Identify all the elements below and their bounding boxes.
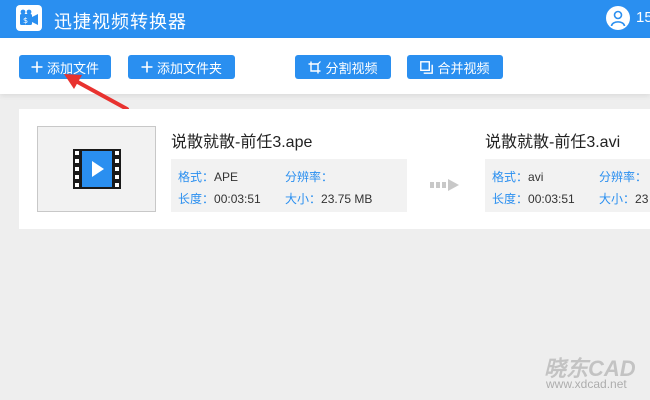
app-title: 迅捷视频转换器 — [54, 12, 187, 32]
split-video-button[interactable]: 分割视频 — [295, 55, 391, 79]
duration-key: 长度： — [178, 192, 215, 206]
target-file-name: 说散就散-前任3.avi — [485, 134, 621, 151]
target-format: 格式：avi — [492, 168, 543, 185]
duration-key: 长度： — [492, 192, 529, 206]
add-folder-label: 添加文件夹 — [156, 60, 222, 76]
merge-video-button[interactable]: 合并视频 — [407, 55, 503, 79]
size-key: 大小： — [285, 192, 322, 206]
title-bar: $ 迅捷视频转换器 15 — [0, 0, 650, 38]
source-duration: 长度：00:03:51 — [178, 190, 261, 207]
merge-video-label: 合并视频 — [437, 60, 490, 76]
svg-text:$: $ — [23, 16, 28, 25]
resolution-key: 分辨率： — [599, 170, 648, 184]
add-folder-button[interactable]: 添加文件夹 — [128, 55, 235, 79]
plus-icon — [31, 61, 43, 73]
video-file-icon — [73, 149, 121, 189]
resolution-key: 分辨率： — [285, 170, 334, 184]
format-value: avi — [528, 170, 544, 184]
format-key: 格式： — [178, 170, 215, 184]
format-value: APE — [214, 170, 239, 184]
size-key: 大小： — [599, 192, 636, 206]
target-size: 大小：23 — [599, 190, 648, 207]
app-logo-icon: $ — [16, 5, 42, 31]
merge-icon — [420, 60, 434, 74]
source-resolution: 分辨率： — [285, 168, 333, 185]
source-size: 大小：23.75 MB — [285, 190, 372, 207]
source-file-name: 说散就散-前任3.ape — [171, 134, 313, 151]
format-key: 格式： — [492, 170, 529, 184]
watermark-url: www.xdcad.net — [546, 377, 627, 391]
user-avatar-icon[interactable] — [606, 6, 630, 30]
duration-value: 00:03:51 — [528, 192, 575, 206]
crop-icon — [308, 60, 322, 74]
size-value: 23.75 MB — [321, 192, 373, 206]
plus-icon — [141, 61, 153, 73]
duration-value: 00:03:51 — [214, 192, 261, 206]
target-resolution: 分辨率： — [599, 168, 647, 185]
target-file-info: 格式：avi 分辨率： 长度：00:03:51 大小：23 — [485, 159, 650, 212]
video-thumbnail[interactable] — [37, 126, 156, 212]
source-file-info: 格式：APE 分辨率： 长度：00:03:51 大小：23.75 MB — [171, 159, 407, 212]
size-value: 23 — [635, 192, 649, 206]
target-duration: 长度：00:03:51 — [492, 190, 575, 207]
source-format: 格式：APE — [178, 168, 238, 185]
file-item-card[interactable]: 说散就散-前任3.ape 格式：APE 分辨率： 长度：00:03:51 大小：… — [19, 109, 650, 229]
convert-arrow-icon — [430, 179, 459, 191]
user-id[interactable]: 15 — [636, 9, 650, 26]
split-video-label: 分割视频 — [325, 60, 378, 76]
red-arrow-icon — [64, 74, 129, 111]
